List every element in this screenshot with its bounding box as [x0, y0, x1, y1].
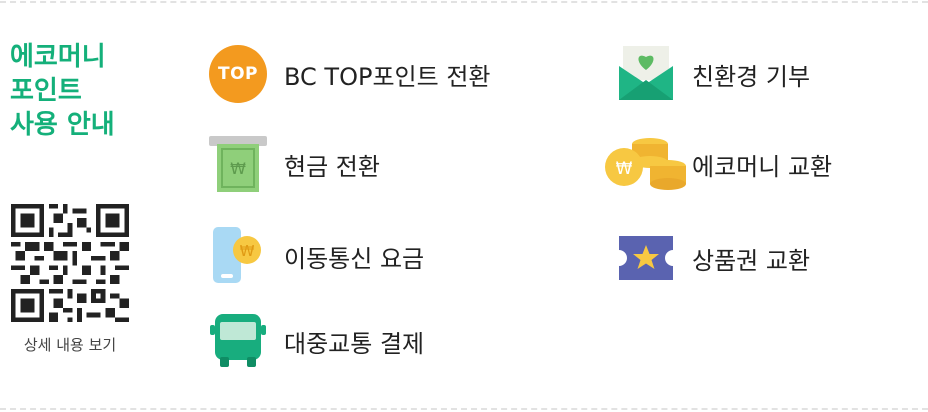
menu-item-transit[interactable]: 대중교통 결제: [206, 311, 424, 371]
qr-code[interactable]: [11, 204, 129, 322]
top-point-icon: TOP: [206, 44, 270, 104]
svg-text:₩: ₩: [616, 159, 633, 179]
page-title: 에코머니 포인트 사용 안내: [10, 40, 115, 142]
title-line-1: 에코머니: [10, 42, 106, 72]
mobile-phone-icon: ₩: [206, 226, 270, 286]
menu-item-top-point[interactable]: TOP BC TOP포인트 전환: [206, 44, 490, 104]
mobile-label: 이동통신 요금: [284, 244, 425, 273]
bus-icon: [206, 311, 270, 371]
qr-caption[interactable]: 상세 내용 보기: [0, 334, 140, 355]
donation-label: 친환경 기부: [692, 62, 811, 91]
voucher-label: 상품권 교환: [692, 246, 811, 275]
top-badge: TOP: [209, 45, 267, 103]
cash-label: 현금 전환: [284, 152, 380, 181]
title-line-2: 포인트: [10, 76, 82, 106]
menu-item-donation[interactable]: 친환경 기부: [614, 44, 810, 104]
svg-text:₩: ₩: [230, 159, 246, 178]
menu-item-cash[interactable]: ₩ 현금 전환: [206, 134, 380, 194]
cash-icon: ₩: [206, 134, 270, 194]
title-line-3: 사용 안내: [10, 110, 115, 140]
transit-label: 대중교통 결제: [284, 329, 425, 358]
top-divider: [0, 1, 928, 3]
bottom-divider: [0, 408, 928, 410]
menu-item-voucher[interactable]: 상품권 교환: [614, 228, 810, 288]
svg-text:₩: ₩: [240, 242, 255, 260]
menu-item-ecomoney[interactable]: ₩ 에코머니 교환: [604, 134, 832, 194]
top-point-label: BC TOP포인트 전환: [284, 62, 491, 91]
menu-item-mobile[interactable]: ₩ 이동통신 요금: [206, 226, 424, 286]
donation-envelope-icon: [614, 44, 678, 104]
ecomoney-label: 에코머니 교환: [692, 152, 833, 181]
gift-voucher-icon: [614, 228, 678, 288]
coins-icon: ₩: [604, 134, 688, 194]
